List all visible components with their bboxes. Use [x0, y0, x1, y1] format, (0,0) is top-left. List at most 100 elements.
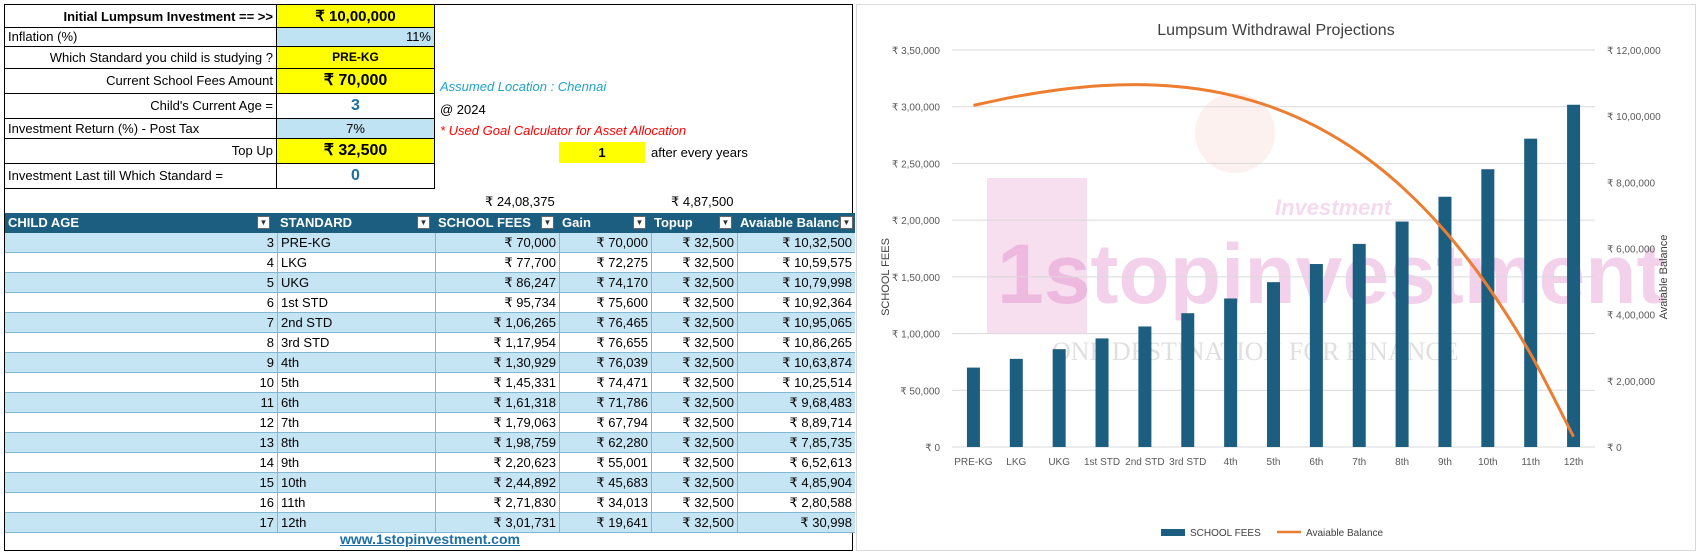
cell-gain[interactable]: ₹ 70,000: [559, 233, 651, 252]
website-link[interactable]: www.1stopinvestment.com: [340, 531, 520, 547]
cell-school-fees[interactable]: ₹ 1,17,954: [435, 333, 559, 352]
filter-dropdown-icon[interactable]: ▼: [633, 216, 646, 229]
cell-school-fees[interactable]: ₹ 70,000: [435, 233, 559, 252]
cell-available-balance[interactable]: ₹ 10,79,998: [737, 273, 855, 292]
cell-standard[interactable]: 3rd STD: [277, 333, 435, 352]
school-fees-input[interactable]: ₹ 70,000: [277, 69, 435, 94]
cell-standard[interactable]: 11th: [277, 493, 435, 512]
cell-topup[interactable]: ₹ 32,500: [651, 253, 737, 272]
filter-dropdown-icon[interactable]: ▼: [541, 216, 554, 229]
header-school-fees[interactable]: SCHOOL FEES ▼: [435, 213, 559, 233]
cell-gain[interactable]: ₹ 71,786: [559, 393, 651, 412]
inflation-input[interactable]: 11%: [277, 28, 435, 47]
cell-child-age[interactable]: 8: [5, 333, 277, 352]
cell-standard[interactable]: 5th: [277, 373, 435, 392]
cell-topup[interactable]: ₹ 32,500: [651, 373, 737, 392]
header-topup[interactable]: Topup ▼: [651, 213, 737, 233]
cell-available-balance[interactable]: ₹ 10,86,265: [737, 333, 855, 352]
cell-topup[interactable]: ₹ 32,500: [651, 273, 737, 292]
table-row[interactable]: 8 3rd STD ₹ 1,17,954 ₹ 76,655 ₹ 32,500 ₹ 10,8…: [5, 333, 855, 353]
cell-school-fees[interactable]: ₹ 1,98,759: [435, 433, 559, 452]
cell-standard[interactable]: 10th: [277, 473, 435, 492]
cell-gain[interactable]: ₹ 74,471: [559, 373, 651, 392]
cell-gain[interactable]: ₹ 19,641: [559, 513, 651, 532]
table-row[interactable]: 9 4th ₹ 1,30,929 ₹ 76,039 ₹ 32,500 ₹ 10,63,87…: [5, 353, 855, 373]
cell-child-age[interactable]: 6: [5, 293, 277, 312]
cell-gain[interactable]: ₹ 76,655: [559, 333, 651, 352]
topup-frequency-input[interactable]: 1: [559, 142, 645, 163]
cell-child-age[interactable]: 15: [5, 473, 277, 492]
cell-gain[interactable]: ₹ 55,001: [559, 453, 651, 472]
filter-dropdown-icon[interactable]: ▼: [257, 216, 270, 229]
table-row[interactable]: 3 PRE-KG ₹ 70,000 ₹ 70,000 ₹ 32,500 ₹ 10,32,5…: [5, 233, 855, 253]
cell-available-balance[interactable]: ₹ 30,998: [737, 513, 855, 532]
cell-child-age[interactable]: 9: [5, 353, 277, 372]
cell-standard[interactable]: UKG: [277, 273, 435, 292]
filter-dropdown-icon[interactable]: ▼: [417, 216, 430, 229]
cell-school-fees[interactable]: ₹ 3,01,731: [435, 513, 559, 532]
table-row[interactable]: 6 1st STD ₹ 95,734 ₹ 75,600 ₹ 32,500 ₹ 10,92,…: [5, 293, 855, 313]
cell-gain[interactable]: ₹ 34,013: [559, 493, 651, 512]
cell-school-fees[interactable]: ₹ 1,61,318: [435, 393, 559, 412]
cell-topup[interactable]: ₹ 32,500: [651, 293, 737, 312]
cell-topup[interactable]: ₹ 32,500: [651, 333, 737, 352]
cell-available-balance[interactable]: ₹ 10,95,065: [737, 313, 855, 332]
cell-standard[interactable]: 6th: [277, 393, 435, 412]
cell-standard[interactable]: 12th: [277, 513, 435, 532]
cell-topup[interactable]: ₹ 32,500: [651, 313, 737, 332]
cell-available-balance[interactable]: ₹ 4,85,904: [737, 473, 855, 492]
cell-gain[interactable]: ₹ 74,170: [559, 273, 651, 292]
cell-standard[interactable]: 9th: [277, 453, 435, 472]
cell-child-age[interactable]: 16: [5, 493, 277, 512]
cell-available-balance[interactable]: ₹ 2,80,588: [737, 493, 855, 512]
table-row[interactable]: 10 5th ₹ 1,45,331 ₹ 74,471 ₹ 32,500 ₹ 10,25,5…: [5, 373, 855, 393]
table-row[interactable]: 12 7th ₹ 1,79,063 ₹ 67,794 ₹ 32,500 ₹ 8,89,71…: [5, 413, 855, 433]
cell-gain[interactable]: ₹ 76,039: [559, 353, 651, 372]
cell-available-balance[interactable]: ₹ 10,92,364: [737, 293, 855, 312]
table-row[interactable]: 17 12th ₹ 3,01,731 ₹ 19,641 ₹ 32,500 ₹ 30,998: [5, 513, 855, 533]
cell-child-age[interactable]: 3: [5, 233, 277, 252]
cell-school-fees[interactable]: ₹ 2,44,892: [435, 473, 559, 492]
cell-standard[interactable]: 7th: [277, 413, 435, 432]
cell-gain[interactable]: ₹ 72,275: [559, 253, 651, 272]
cell-gain[interactable]: ₹ 75,600: [559, 293, 651, 312]
cell-gain[interactable]: ₹ 62,280: [559, 433, 651, 452]
cell-standard[interactable]: 8th: [277, 433, 435, 452]
cell-child-age[interactable]: 11: [5, 393, 277, 412]
cell-topup[interactable]: ₹ 32,500: [651, 513, 737, 532]
table-row[interactable]: 14 9th ₹ 2,20,623 ₹ 55,001 ₹ 32,500 ₹ 6,52,61…: [5, 453, 855, 473]
cell-available-balance[interactable]: ₹ 8,89,714: [737, 413, 855, 432]
cell-child-age[interactable]: 14: [5, 453, 277, 472]
header-gain[interactable]: Gain ▼: [559, 213, 651, 233]
cell-child-age[interactable]: 5: [5, 273, 277, 292]
cell-school-fees[interactable]: ₹ 1,30,929: [435, 353, 559, 372]
initial-investment-input[interactable]: ₹ 10,00,000: [277, 5, 435, 28]
cell-topup[interactable]: ₹ 32,500: [651, 453, 737, 472]
cell-school-fees[interactable]: ₹ 2,20,623: [435, 453, 559, 472]
filter-dropdown-icon[interactable]: ▼: [719, 216, 732, 229]
cell-topup[interactable]: ₹ 32,500: [651, 233, 737, 252]
cell-available-balance[interactable]: ₹ 10,63,874: [737, 353, 855, 372]
investment-return-input[interactable]: 7%: [277, 119, 435, 139]
cell-standard[interactable]: LKG: [277, 253, 435, 272]
cell-available-balance[interactable]: ₹ 10,32,500: [737, 233, 855, 252]
cell-available-balance[interactable]: ₹ 7,85,735: [737, 433, 855, 452]
cell-child-age[interactable]: 7: [5, 313, 277, 332]
cell-available-balance[interactable]: ₹ 10,25,514: [737, 373, 855, 392]
cell-child-age[interactable]: 4: [5, 253, 277, 272]
cell-child-age[interactable]: 10: [5, 373, 277, 392]
cell-school-fees[interactable]: ₹ 1,79,063: [435, 413, 559, 432]
table-row[interactable]: 15 10th ₹ 2,44,892 ₹ 45,683 ₹ 32,500 ₹ 4,85,9…: [5, 473, 855, 493]
cell-school-fees[interactable]: ₹ 2,71,830: [435, 493, 559, 512]
table-row[interactable]: 11 6th ₹ 1,61,318 ₹ 71,786 ₹ 32,500 ₹ 9,68,48…: [5, 393, 855, 413]
header-standard[interactable]: STANDARD ▼: [277, 213, 435, 233]
header-available-balance[interactable]: Avaiable Balance ▼: [737, 213, 855, 233]
topup-input[interactable]: ₹ 32,500: [277, 139, 435, 164]
cell-child-age[interactable]: 17: [5, 513, 277, 532]
table-row[interactable]: 7 2nd STD ₹ 1,06,265 ₹ 76,465 ₹ 32,500 ₹ 10,9…: [5, 313, 855, 333]
cell-available-balance[interactable]: ₹ 10,59,575: [737, 253, 855, 272]
cell-school-fees[interactable]: ₹ 1,45,331: [435, 373, 559, 392]
table-row[interactable]: 5 UKG ₹ 86,247 ₹ 74,170 ₹ 32,500 ₹ 10,79,998: [5, 273, 855, 293]
cell-topup[interactable]: ₹ 32,500: [651, 353, 737, 372]
cell-standard[interactable]: 1st STD: [277, 293, 435, 312]
